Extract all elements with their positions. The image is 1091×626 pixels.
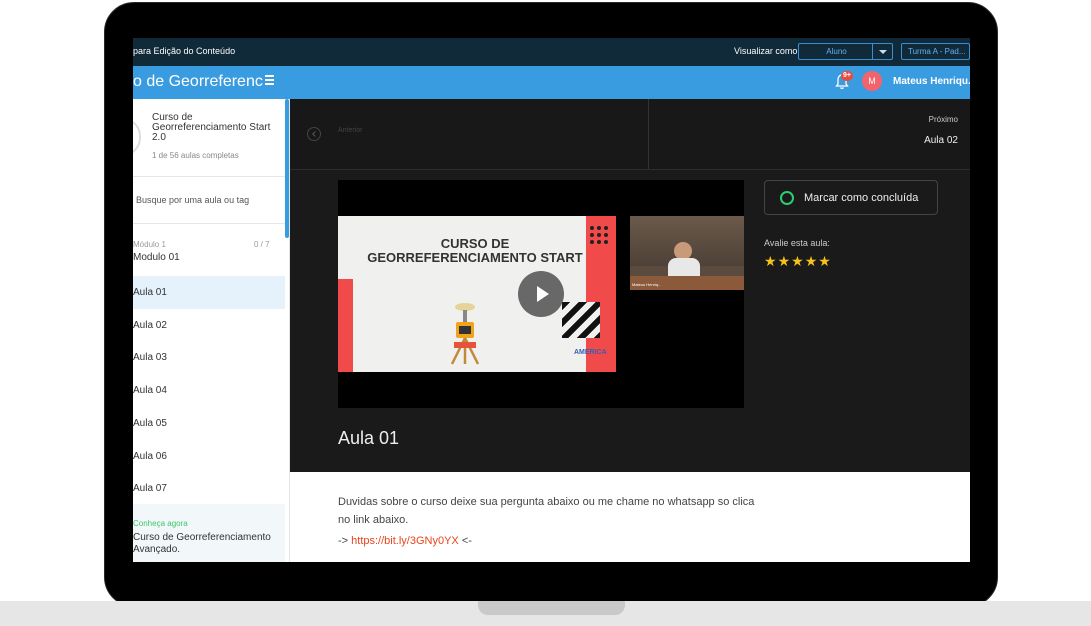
user-name[interactable]: Mateus Henriqu... xyxy=(893,76,970,87)
star-icon[interactable]: ★ xyxy=(791,254,804,268)
class-select[interactable]: Turma A - Pad... xyxy=(901,43,970,60)
next-lesson-label[interactable]: Próximo xyxy=(929,115,958,124)
module-label: Módulo 1 xyxy=(133,240,166,249)
laptop-notch xyxy=(478,601,625,615)
rate-label: Avalie esta aula: xyxy=(764,238,830,248)
webcam-caption: Mateus Henriq... xyxy=(632,282,662,287)
video-player[interactable]: CURSO DE GEORREFERENCIAMENTO START AMERI… xyxy=(338,180,744,408)
sidebar-scrollbar[interactable] xyxy=(285,99,289,238)
webcam-inset: Mateus Henriq... xyxy=(630,216,744,290)
total-station-icon xyxy=(450,303,480,365)
lesson-search-input[interactable]: Busque por uma aula ou tag xyxy=(133,177,285,224)
lesson-sidebar: Curso de Georreferenciamento Start 2.0 1… xyxy=(133,99,290,562)
nav-divider xyxy=(648,99,649,169)
star-icon[interactable]: ★ xyxy=(818,254,831,268)
sidebar-item-aula-01[interactable]: Aula 01 xyxy=(133,276,285,309)
view-as-select[interactable]: Aluno xyxy=(798,43,893,60)
lesson-player-area: CURSO DE GEORREFERENCIAMENTO START AMERI… xyxy=(290,170,970,472)
course-title: o de Georreferenc xyxy=(133,73,263,90)
module-count: 0 / 7 xyxy=(254,240,270,249)
lesson-label: Aula 05 xyxy=(133,418,167,429)
menu-icon[interactable] xyxy=(265,75,274,87)
progress-ring-icon xyxy=(133,118,141,156)
slide-red-bar xyxy=(338,279,353,372)
sidebar-item-aula-06[interactable]: Aula 06 xyxy=(133,440,285,473)
promo-text: Curso de Georreferenciamento Avançado. xyxy=(133,532,271,555)
check-circle-icon xyxy=(780,191,794,205)
view-as-value: Aluno xyxy=(826,47,847,56)
lesson-description: Duvidas sobre o curso deixe sua pergunta… xyxy=(338,496,755,526)
search-placeholder: Busque por uma aula ou tag xyxy=(136,195,250,205)
chevron-left-icon[interactable] xyxy=(307,127,321,141)
star-icon[interactable]: ★ xyxy=(805,254,818,268)
course-card: Curso de Georreferenciamento Start 2.0 1… xyxy=(133,99,285,177)
course-header: o de Georreferenc 9+ M Mateus Henriqu... xyxy=(133,66,970,99)
slide-title: CURSO DE GEORREFERENCIAMENTO START xyxy=(367,236,583,265)
chevron-down-icon[interactable] xyxy=(872,44,892,59)
sidebar-item-aula-04[interactable]: Aula 04 xyxy=(133,374,285,407)
promo-label: Conheça agora xyxy=(133,519,188,528)
lesson-label: Aula 01 xyxy=(133,287,167,298)
whatsapp-link[interactable]: https://bit.ly/3GNy0YX xyxy=(351,535,459,547)
prev-lesson-label[interactable]: Anterior xyxy=(338,127,363,134)
promo-card[interactable]: Conheça agora Curso de Georreferenciamen… xyxy=(133,504,285,562)
star-icon[interactable]: ★ xyxy=(778,254,791,268)
view-as-label: Visualizar como xyxy=(734,46,798,56)
lesson-label: Aula 06 xyxy=(133,451,167,462)
screen: para Edição do Conteúdo Visualizar como … xyxy=(133,38,970,562)
mark-complete-label: Marcar como concluída xyxy=(804,192,919,204)
sidebar-item-aula-07[interactable]: Aula 07 xyxy=(133,472,285,505)
lesson-label: Aula 04 xyxy=(133,385,167,396)
sidebar-item-aula-05[interactable]: Aula 05 xyxy=(133,407,285,440)
slide-stripes xyxy=(562,302,600,338)
avatar[interactable]: M xyxy=(862,71,882,91)
notification-badge: 9+ xyxy=(841,71,853,81)
sidebar-item-aula-02[interactable]: Aula 02 xyxy=(133,309,285,342)
lesson-label: Aula 07 xyxy=(133,483,167,494)
course-progress: 1 de 56 aulas completas xyxy=(152,151,239,160)
lesson-navigation: Anterior Próximo Aula 02 xyxy=(290,99,970,170)
lesson-main: Anterior Próximo Aula 02 CURSO DE GEORRE… xyxy=(290,99,970,562)
lesson-label: Aula 03 xyxy=(133,352,167,363)
play-icon[interactable] xyxy=(518,271,564,317)
link-suffix: <- xyxy=(458,535,472,547)
sidebar-course-name: Curso de Georreferenciamento Start 2.0 xyxy=(152,112,271,143)
slide-brand-logo: AMERICA xyxy=(574,349,607,356)
rating-stars[interactable]: ★★★★★ xyxy=(764,253,832,271)
sidebar-item-aula-03[interactable]: Aula 03 xyxy=(133,341,285,374)
link-prefix: -> xyxy=(338,535,352,547)
lesson-title: Aula 01 xyxy=(338,428,400,448)
mark-complete-button[interactable]: Marcar como concluída xyxy=(764,180,938,215)
next-lesson-title[interactable]: Aula 02 xyxy=(924,135,958,146)
lesson-label: Aula 02 xyxy=(133,320,167,331)
video-thumbnail-slide: CURSO DE GEORREFERENCIAMENTO START AMERI… xyxy=(338,216,616,372)
lesson-link-line: -> https://bit.ly/3GNy0YX <- xyxy=(338,535,472,547)
star-icon[interactable]: ★ xyxy=(764,254,777,268)
edit-content-link[interactable]: para Edição do Conteúdo xyxy=(133,46,235,56)
module-name: Modulo 01 xyxy=(133,252,180,263)
slide-dots xyxy=(590,226,610,246)
admin-topbar: para Edição do Conteúdo Visualizar como … xyxy=(133,38,970,66)
